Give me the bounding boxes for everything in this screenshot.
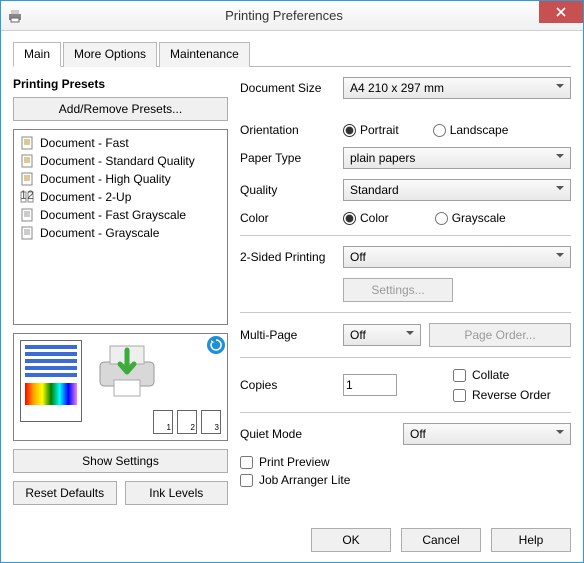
layout-thumb-3-icon[interactable]: 3 — [201, 410, 221, 434]
preset-label: Document - High Quality — [40, 172, 171, 186]
printer-icon — [7, 8, 23, 24]
two-sided-select[interactable]: Off — [343, 246, 571, 268]
tab-more-options[interactable]: More Options — [63, 42, 157, 67]
svg-text:1: 1 — [20, 190, 27, 202]
multi-page-select[interactable]: Off — [343, 324, 421, 346]
quality-select[interactable]: Standard — [343, 179, 571, 201]
two-up-icon: 12 — [20, 190, 34, 204]
tab-strip: Main More Options Maintenance — [13, 41, 571, 67]
presets-heading: Printing Presets — [13, 77, 228, 91]
copies-label: Copies — [240, 378, 335, 392]
color-grayscale-radio[interactable]: Grayscale — [435, 211, 506, 225]
color-color-radio[interactable]: Color — [343, 211, 389, 225]
quality-label: Quality — [240, 183, 335, 197]
help-button[interactable]: Help — [491, 528, 571, 552]
preset-label: Document - 2-Up — [40, 190, 131, 204]
window-title: Printing Preferences — [29, 8, 539, 23]
preset-item[interactable]: 12 Document - 2-Up — [16, 188, 225, 206]
reverse-order-checkbox[interactable]: Reverse Order — [453, 388, 551, 402]
preset-item[interactable]: Document - Standard Quality — [16, 152, 225, 170]
orientation-portrait-radio[interactable]: Portrait — [343, 123, 399, 137]
multi-page-label: Multi-Page — [240, 328, 335, 342]
layout-thumb-1-icon[interactable]: 1 — [153, 410, 173, 434]
printer-graphic-icon — [92, 340, 162, 400]
preset-item[interactable]: Document - High Quality — [16, 170, 225, 188]
ok-button[interactable]: OK — [311, 528, 391, 552]
close-button[interactable] — [539, 1, 583, 23]
show-settings-button[interactable]: Show Settings — [13, 449, 228, 473]
paper-type-label: Paper Type — [240, 151, 335, 165]
preset-label: Document - Grayscale — [40, 226, 159, 240]
document-icon — [20, 136, 34, 150]
presets-list[interactable]: Document - Fast Document - Standard Qual… — [13, 129, 228, 325]
cancel-button[interactable]: Cancel — [401, 528, 481, 552]
preset-item[interactable]: Document - Fast — [16, 134, 225, 152]
tab-maintenance[interactable]: Maintenance — [159, 42, 250, 67]
preset-label: Document - Fast Grayscale — [40, 208, 186, 222]
document-size-select[interactable]: A4 210 x 297 mm — [343, 77, 571, 99]
document-size-label: Document Size — [240, 81, 335, 95]
preset-item[interactable]: Document - Fast Grayscale — [16, 206, 225, 224]
preset-label: Document - Fast — [40, 136, 129, 150]
page-preview-icon — [20, 340, 82, 422]
document-icon — [20, 154, 34, 168]
document-gray-icon — [20, 226, 34, 240]
orientation-label: Orientation — [240, 123, 335, 137]
color-label: Color — [240, 211, 335, 225]
layout-thumb-2-icon[interactable]: 2 — [177, 410, 197, 434]
two-sided-settings-button: Settings... — [343, 278, 453, 302]
tab-main[interactable]: Main — [13, 42, 61, 67]
quiet-mode-select[interactable]: Off — [403, 423, 571, 445]
preset-item[interactable]: Document - Grayscale — [16, 224, 225, 242]
add-remove-presets-button[interactable]: Add/Remove Presets... — [13, 97, 228, 121]
page-order-button: Page Order... — [429, 323, 571, 347]
document-icon — [20, 172, 34, 186]
quiet-mode-label: Quiet Mode — [240, 427, 395, 441]
print-preview-checkbox[interactable]: Print Preview — [240, 455, 571, 469]
two-sided-label: 2-Sided Printing — [240, 250, 335, 264]
preset-label: Document - Standard Quality — [40, 154, 195, 168]
reset-defaults-button[interactable]: Reset Defaults — [13, 481, 117, 505]
job-arranger-checkbox[interactable]: Job Arranger Lite — [240, 473, 571, 487]
paper-type-select[interactable]: plain papers — [343, 147, 571, 169]
refresh-icon[interactable] — [207, 336, 225, 354]
preview-panel: 1 2 3 — [13, 333, 228, 441]
orientation-landscape-radio[interactable]: Landscape — [433, 123, 509, 137]
ink-levels-button[interactable]: Ink Levels — [125, 481, 229, 505]
copies-input[interactable] — [343, 374, 397, 396]
document-gray-icon — [20, 208, 34, 222]
svg-text:2: 2 — [27, 190, 34, 202]
collate-checkbox[interactable]: Collate — [453, 368, 551, 382]
